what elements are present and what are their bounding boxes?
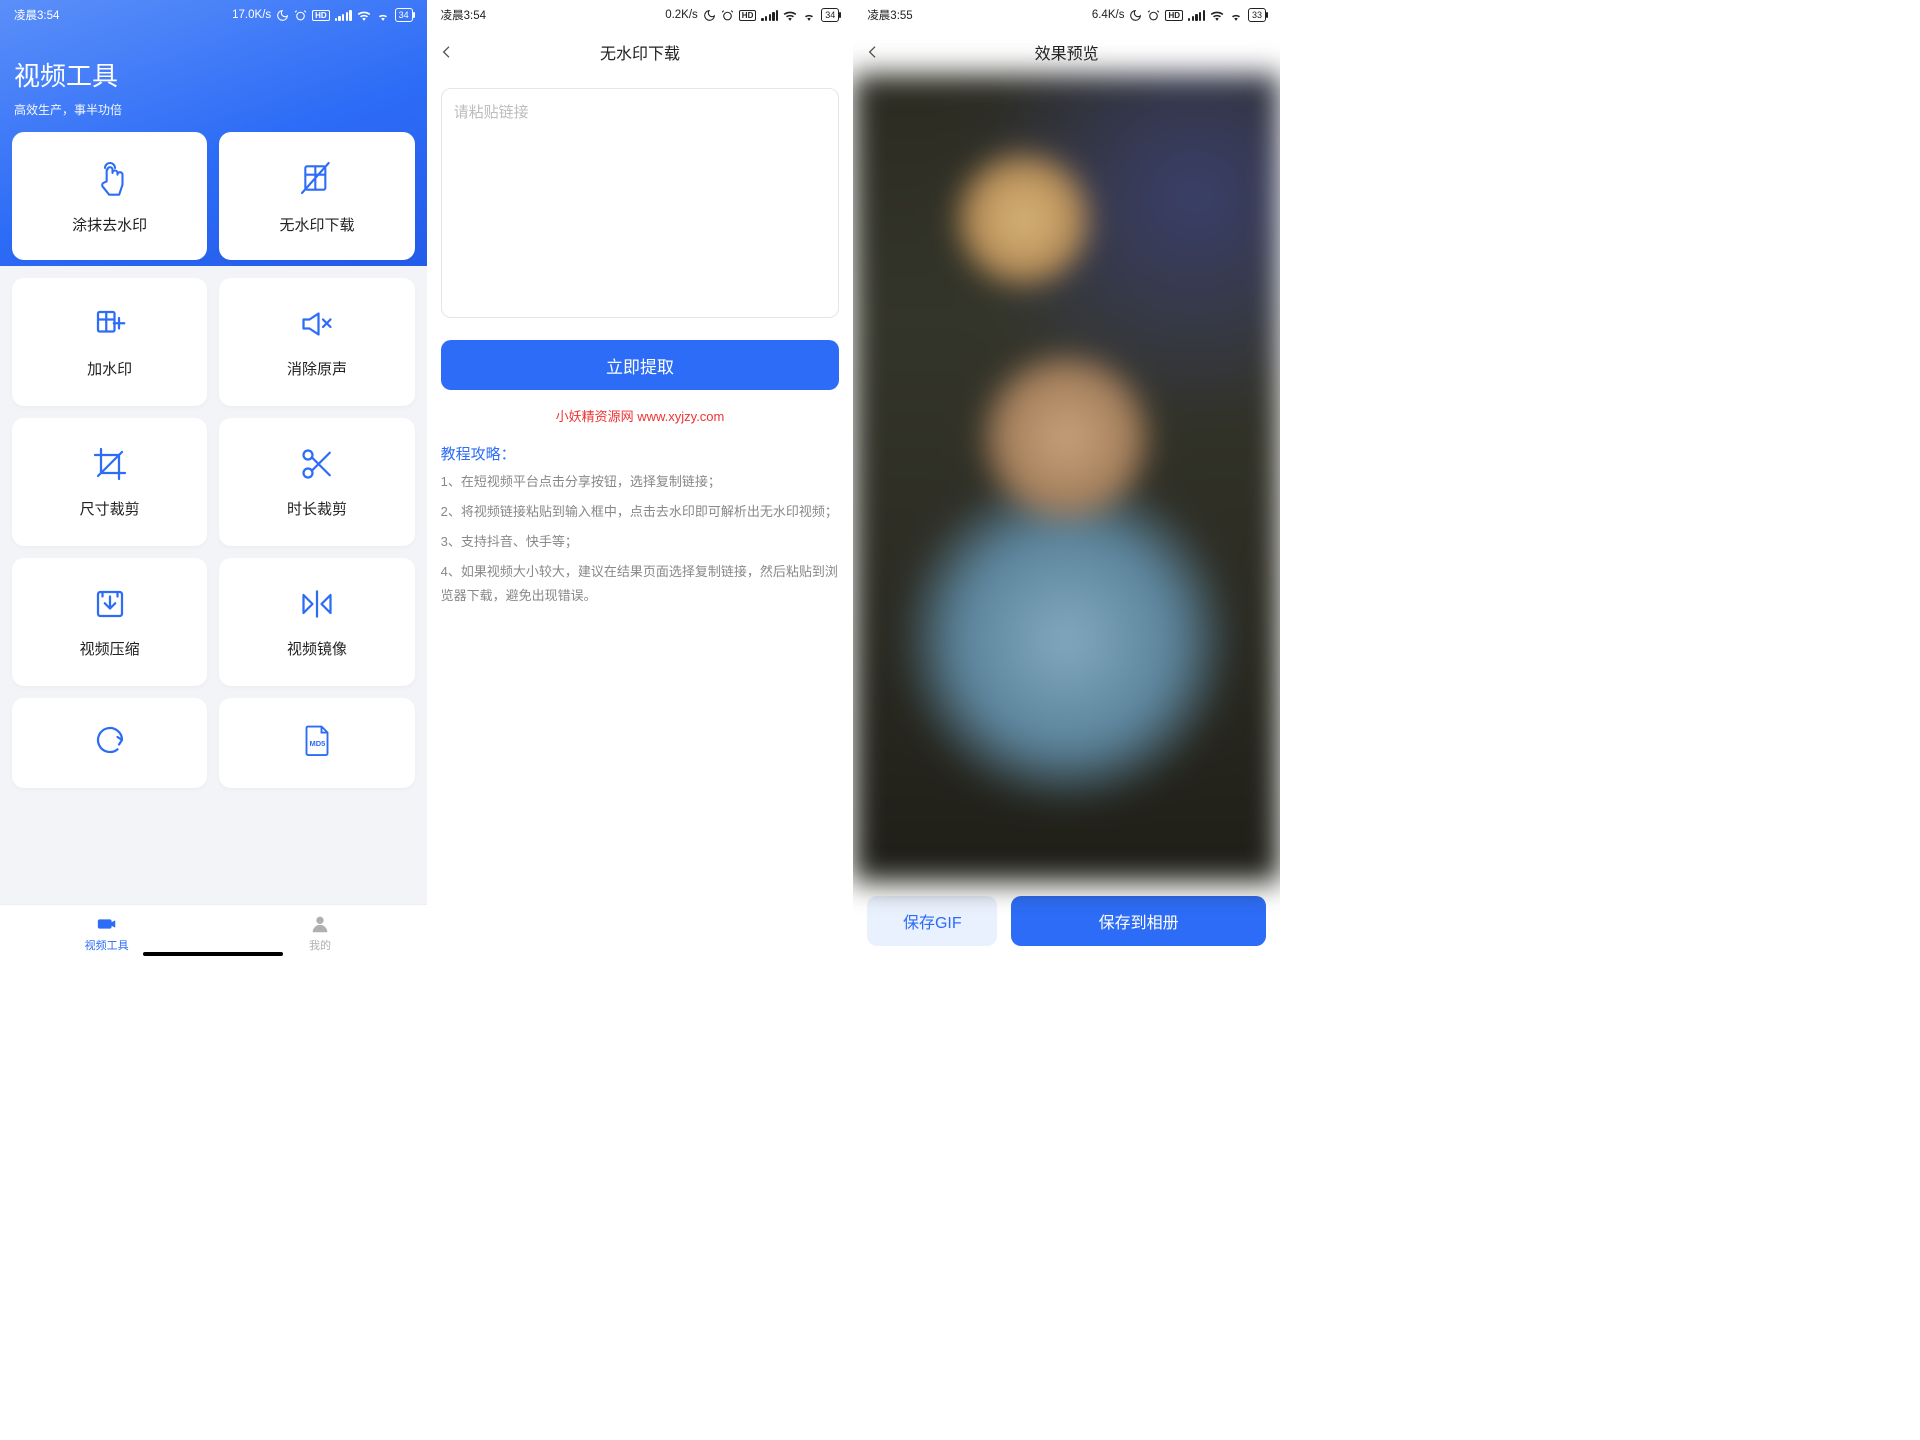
tool-label: 无水印下载: [279, 214, 354, 235]
hd-icon: HD: [1165, 10, 1183, 21]
download-box-icon: [92, 586, 128, 622]
page-header: 无水印下载: [427, 30, 854, 74]
page-title: 效果预览: [1035, 40, 1099, 64]
status-time: 凌晨3:55: [867, 7, 912, 23]
status-bar: 凌晨3:54 0.2K/s HD 34: [427, 0, 854, 30]
battery-icon: 34: [821, 8, 839, 22]
guide-title: 教程攻略：: [441, 443, 840, 464]
wifi-icon: [783, 9, 797, 21]
page-title: 无水印下载: [600, 40, 680, 64]
moon-icon: [276, 9, 289, 22]
tool-label: 涂抹去水印: [72, 214, 147, 235]
tool-trim-duration[interactable]: 时长裁剪: [219, 418, 414, 546]
wifi2-icon: [1229, 9, 1243, 21]
moon-icon: [703, 9, 716, 22]
page-subtitle: 高效生产，事半功倍: [0, 97, 427, 132]
scissors-icon: [299, 446, 335, 482]
guide-item: 1、在短视频平台点击分享按钮，选择复制链接；: [441, 470, 840, 494]
signal-icon: [1188, 10, 1205, 21]
moon-icon: [1129, 9, 1142, 22]
battery-icon: 34: [395, 8, 413, 22]
save-gif-button[interactable]: 保存GIF: [867, 896, 997, 946]
alarm-icon: [721, 9, 734, 22]
file-md5-icon: MD5: [299, 722, 335, 758]
extract-button[interactable]: 立即提取: [441, 340, 840, 390]
person-icon: [309, 913, 331, 935]
status-time: 凌晨3:54: [14, 7, 59, 23]
alarm-icon: [1147, 9, 1160, 22]
page-header: 效果预览: [853, 30, 1280, 74]
save-album-button[interactable]: 保存到相册: [1011, 896, 1266, 946]
wifi2-icon: [376, 9, 390, 21]
tool-label: 视频压缩: [80, 638, 140, 659]
speaker-mute-icon: [299, 306, 335, 342]
crop-icon: [92, 446, 128, 482]
wifi-icon: [357, 9, 371, 21]
chevron-left-icon: [865, 44, 881, 60]
watermark-text: 小妖精资源网 www.xyjzy.com: [441, 406, 840, 425]
hd-icon: HD: [739, 10, 757, 21]
guide-item: 4、如果视频大小较大，建议在结果页面选择复制链接，然后粘贴到浏览器下载，避免出现…: [441, 560, 840, 608]
page-title: 视频工具: [0, 30, 427, 97]
tool-no-watermark-download[interactable]: 无水印下载: [219, 132, 414, 260]
battery-icon: 33: [1248, 8, 1266, 22]
nav-mine[interactable]: 我的: [213, 913, 426, 953]
stamp-plus-icon: [92, 306, 128, 342]
finger-tap-icon: [90, 158, 130, 198]
status-speed: 17.0K/s: [232, 9, 271, 21]
status-bar: 凌晨3:55 6.4K/s HD 33: [853, 0, 1280, 30]
status-bar: 凌晨3:54 17.0K/s HD: [0, 0, 427, 30]
chevron-left-icon: [439, 44, 455, 60]
status-time: 凌晨3:54: [441, 7, 486, 23]
tool-add-watermark[interactable]: 加水印: [12, 278, 207, 406]
svg-text:MD5: MD5: [309, 739, 325, 748]
back-button[interactable]: [439, 30, 455, 74]
tool-video-compress[interactable]: 视频压缩: [12, 558, 207, 686]
preview-image: [853, 74, 1280, 882]
refresh-icon: [92, 722, 128, 758]
status-speed: 6.4K/s: [1092, 9, 1125, 21]
video-camera-icon: [96, 913, 118, 935]
tool-crop-size[interactable]: 尺寸裁剪: [12, 418, 207, 546]
tool-label: 加水印: [87, 358, 132, 379]
tool-gif-convert[interactable]: [12, 698, 207, 788]
tool-label: 尺寸裁剪: [80, 498, 140, 519]
home-indicator: [143, 952, 283, 956]
nav-video-tools[interactable]: 视频工具: [0, 913, 213, 953]
tool-mute-audio[interactable]: 消除原声: [219, 278, 414, 406]
tool-md5[interactable]: MD5: [219, 698, 414, 788]
nav-label: 我的: [309, 937, 331, 953]
tool-label: 消除原声: [287, 358, 347, 379]
stamp-slash-icon: [297, 158, 337, 198]
signal-icon: [335, 10, 352, 21]
back-button[interactable]: [865, 30, 881, 74]
tool-video-mirror[interactable]: 视频镜像: [219, 558, 414, 686]
tool-label: 时长裁剪: [287, 498, 347, 519]
mirror-icon: [299, 586, 335, 622]
tool-smear-remove-watermark[interactable]: 涂抹去水印: [12, 132, 207, 260]
hd-icon: HD: [312, 10, 330, 21]
wifi-icon: [1210, 9, 1224, 21]
alarm-icon: [294, 9, 307, 22]
status-speed: 0.2K/s: [665, 9, 698, 21]
nav-label: 视频工具: [85, 937, 129, 953]
guide-item: 2、将视频链接粘贴到输入框中，点击去水印即可解析出无水印视频；: [441, 500, 840, 524]
wifi2-icon: [802, 9, 816, 21]
guide-item: 3、支持抖音、快手等；: [441, 530, 840, 554]
link-input[interactable]: [441, 88, 840, 318]
tool-label: 视频镜像: [287, 638, 347, 659]
signal-icon: [761, 10, 778, 21]
